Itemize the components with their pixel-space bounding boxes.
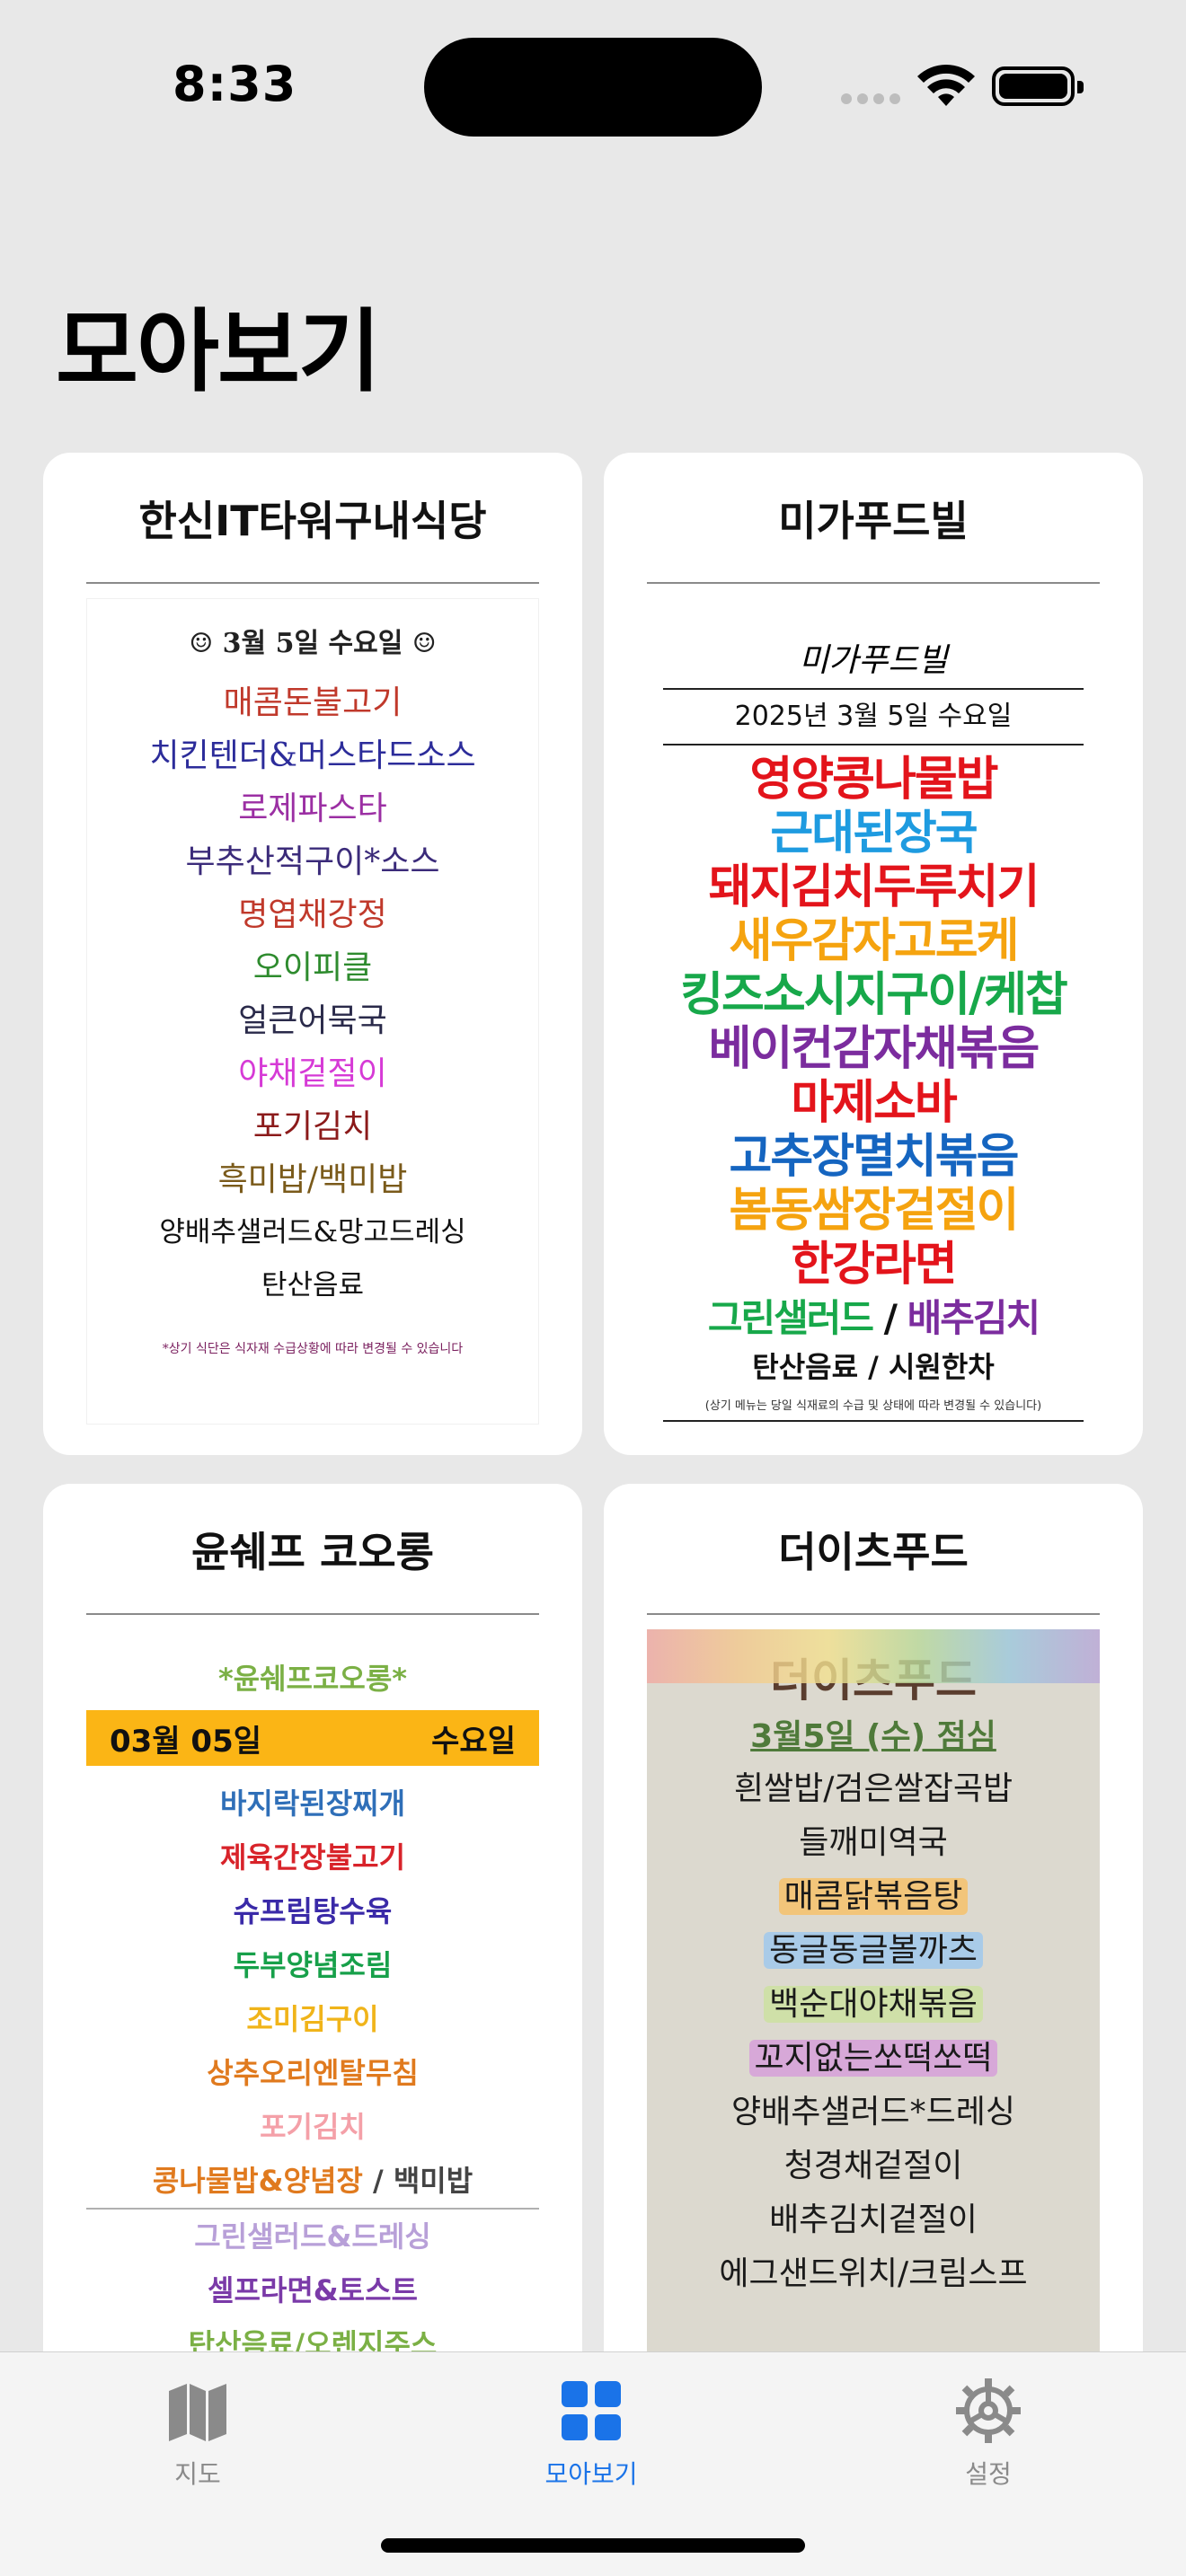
decorative-banner <box>647 1629 1100 1683</box>
restaurant-card-theeats[interactable]: 더이츠푸드 더이츠푸드 3월5일 (수) 점심 흰쌀밥/검은쌀잡곡밥들깨미역국매… <box>604 1484 1143 2490</box>
menu-item: 근대된장국 <box>770 807 978 860</box>
divider <box>663 1420 1084 1422</box>
menu-item: 꼬지없는쏘떡쏘떡 <box>647 2032 1100 2086</box>
menu-item: 두부양념조림 <box>233 1948 393 1982</box>
menu-item: 명엽채강정 <box>238 896 387 933</box>
menu-item-list: 영양콩나물밥 근대된장국 돼지김치두루치기 새우감자고로케 킹즈소시지구이/케찹 베이컨감… <box>663 753 1084 1292</box>
tab-label: 모아보기 <box>544 2459 638 2489</box>
menu-item: 양배추샐러드&망고드레싱 <box>159 1216 466 1248</box>
menu-item-drinks: 탄산음료 / 시원한차 <box>752 1350 995 1384</box>
battery-icon <box>992 66 1084 106</box>
menu-item: 영양콩나물밥 <box>749 753 998 807</box>
menu-item: 돼지김치두루치기 <box>708 860 1040 914</box>
divider <box>86 582 539 584</box>
menu-item: 백순대야채볶음 <box>647 1978 1100 2032</box>
card-title: 윤쉐프 코오롱 <box>191 1528 434 1576</box>
menu-image[interactable]: ☺ 3월 5일 수요일 ☺ 매콤돈불고기치킨텐더&머스타드소스로제파스타부추산적… <box>86 598 539 1425</box>
menu-item-list-extra: 그린샐러드&드레싱 셀프라면&토스트 탄산음료/오렌지주스 <box>86 2210 539 2371</box>
menu-item: 한강라면 <box>791 1238 957 1292</box>
card-title: 미가푸드빌 <box>778 497 969 545</box>
menu-item: 로제파스타 <box>238 790 387 827</box>
menu-item-salad: 그린샐러드 / 배추김치 <box>707 1296 1040 1340</box>
menu-item: 양배추샐러드*드레싱 <box>730 2094 1016 2130</box>
menu-item: 상추오리엔탈무침 <box>207 2056 419 2090</box>
menu-item: 바지락된장찌개 <box>219 1786 406 1821</box>
menu-item: 슈프림탕수육 <box>233 1894 393 1928</box>
menu-date-band: 03월 05일 수요일 <box>86 1710 539 1766</box>
menu-item: 탄산음료 <box>261 1269 365 1301</box>
menu-item: 조미김구이 <box>246 2002 379 2036</box>
divider <box>663 688 1084 690</box>
divider <box>663 744 1084 745</box>
divider <box>647 582 1100 584</box>
home-indicator <box>381 2538 805 2553</box>
menu-item: 치킨텐더&머스타드소스 <box>149 737 476 774</box>
tab-label: 설정 <box>965 2459 1012 2489</box>
restaurant-logo: 미가푸드빌 <box>799 642 948 679</box>
menu-item: 포기김치 <box>260 2110 366 2144</box>
menu-item: 매콤닭볶음탕 <box>647 1870 1100 1924</box>
menu-weekday: 수요일 <box>431 1723 516 1760</box>
tab-overview[interactable]: 모아보기 <box>501 2370 681 2491</box>
menu-item: 그린샐러드&드레싱 <box>194 2219 431 2254</box>
dynamic-island <box>424 38 762 137</box>
menu-note: *상기 식단은 식자재 수급상황에 따라 변경될 수 있습니다 <box>162 1342 464 1356</box>
menu-item-list: 매콤돈불고기치킨텐더&머스타드소스로제파스타부추산적구이*소스명엽채강정오이피클… <box>87 676 538 1312</box>
status-time: 8:33 <box>173 56 297 112</box>
menu-item: 배추김치겉절이 <box>769 2201 978 2238</box>
restaurant-card-miga[interactable]: 미가푸드빌 미가푸드빌 2025년 3월 5일 수요일 영양콩나물밥 근대된장국 돼… <box>604 453 1143 1455</box>
menu-item: 들깨미역국 <box>799 1824 948 1861</box>
cellular-signal-icon <box>841 93 900 104</box>
menu-item: 야채겉절이 <box>238 1055 387 1092</box>
menu-item: 새우감자고로케 <box>729 914 1020 968</box>
menu-item: 에그샌드위치/크림스프 <box>719 2255 1028 2292</box>
menu-item: 마제소바 <box>791 1076 957 1130</box>
restaurant-card-hanshin[interactable]: 한신IT타워구내식당 ☺ 3월 5일 수요일 ☺ 매콤돈불고기치킨텐더&머스타드… <box>43 453 582 1455</box>
menu-date: 2025년 3월 5일 수요일 <box>734 701 1013 732</box>
menu-date: 3월5일 (수) 점심 <box>750 1718 996 1755</box>
menu-item: 제육간장불고기 <box>219 1840 406 1875</box>
menu-item-rice: 콩나물밥&양념장 / 백미밥 <box>152 2164 474 2198</box>
menu-item: 포기김치 <box>252 1108 373 1145</box>
menu-item: 부추산적구이*소스 <box>185 843 440 880</box>
grid-icon <box>501 2370 681 2451</box>
menu-item: 얼큰어묵국 <box>238 1002 387 1039</box>
menu-brand: *윤쉐프코오롱* <box>217 1662 408 1696</box>
menu-date: 03월 05일 <box>110 1723 262 1760</box>
menu-item-list: 흰쌀밥/검은쌀잡곡밥들깨미역국매콤닭볶음탕 동글동글볼까츠 백순대야채볶음 꼬지없는쏘… <box>647 1762 1100 2301</box>
divider <box>647 1613 1100 1615</box>
menu-item: 흑미밥/백미밥 <box>217 1161 408 1198</box>
menu-item: 흰쌀밥/검은쌀잡곡밥 <box>733 1770 1013 1807</box>
menu-item: 매콤돈불고기 <box>223 684 403 721</box>
menu-date: ☺ 3월 5일 수요일 ☺ <box>189 628 437 659</box>
map-icon <box>108 2370 288 2451</box>
page-title: 모아보기 <box>56 299 381 404</box>
menu-note: (상기 메뉴는 당일 식재료의 수급 및 상태에 따라 변경될 수 있습니다) <box>704 1399 1042 1413</box>
menu-item: 킹즈소시지구이/케찹 <box>680 968 1068 1022</box>
menu-item: 고추장멸치볶음 <box>729 1130 1020 1184</box>
menu-item-list: 바지락된장찌개제육간장불고기슈프림탕수육두부양념조림조미김구이상추오리엔탈무침포… <box>86 1777 539 2154</box>
wifi-icon <box>916 63 976 111</box>
status-bar: 8:33 <box>0 0 1186 171</box>
menu-item: 청경채겉절이 <box>783 2148 963 2184</box>
tab-settings[interactable]: 설정 <box>898 2370 1078 2491</box>
tab-map[interactable]: 지도 <box>108 2370 288 2491</box>
gear-icon <box>898 2370 1078 2451</box>
divider <box>86 1613 539 1615</box>
menu-item: 베이컨감자채볶음 <box>708 1022 1040 1076</box>
menu-item: 셀프라면&토스트 <box>208 2273 418 2307</box>
tab-label: 지도 <box>174 2459 221 2489</box>
menu-item: 동글동글볼까츠 <box>647 1924 1100 1978</box>
menu-item: 오이피클 <box>252 949 373 986</box>
menu-item: 봄동쌈장겉절이 <box>729 1184 1020 1238</box>
restaurant-card-yunchef[interactable]: 윤쉐프 코오롱 *윤쉐프코오롱* 03월 05일 수요일 바지락된장찌개제육간장… <box>43 1484 582 2490</box>
card-title: 한신IT타워구내식당 <box>138 497 487 545</box>
menu-image[interactable]: 미가푸드빌 2025년 3월 5일 수요일 영양콩나물밥 근대된장국 돼지김치두루치… <box>663 598 1084 1422</box>
card-title: 더이츠푸드 <box>778 1528 969 1576</box>
